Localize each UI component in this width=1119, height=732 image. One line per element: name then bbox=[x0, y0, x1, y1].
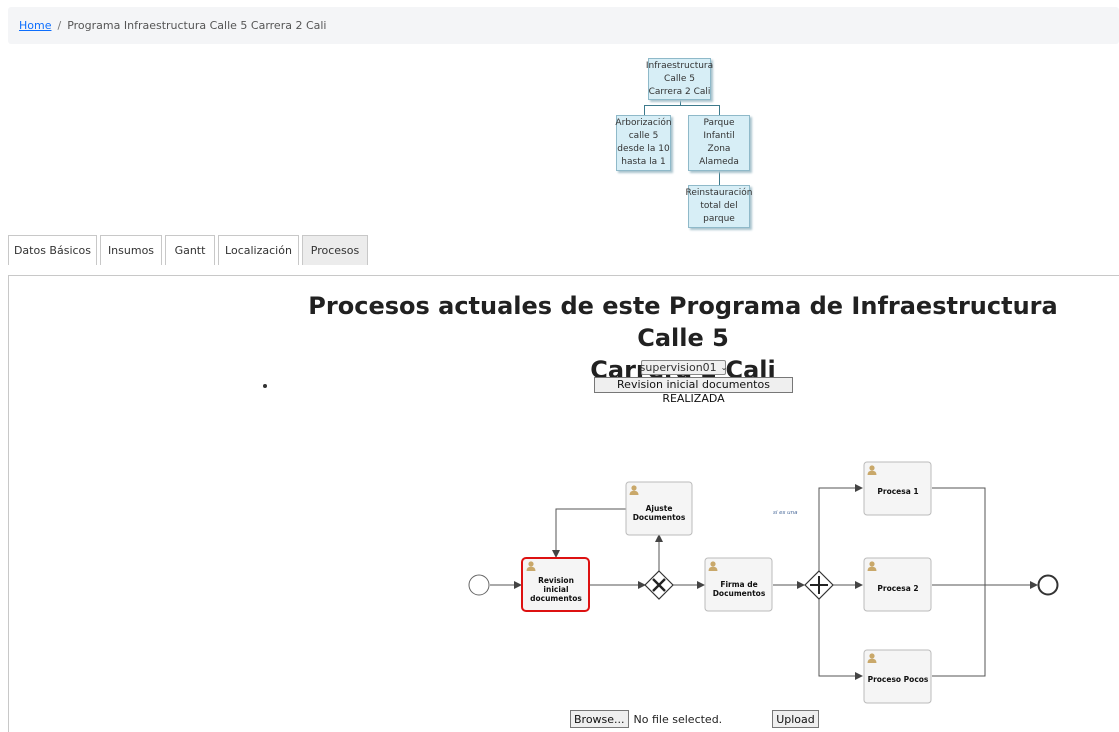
upload-button[interactable]: Upload bbox=[772, 710, 819, 728]
svg-text:Proceso Pocos: Proceso Pocos bbox=[868, 675, 929, 684]
exclusive-gateway bbox=[644, 570, 674, 600]
start-event bbox=[468, 574, 490, 596]
svg-text:inicial: inicial bbox=[543, 585, 568, 594]
task-revision-inicial[interactable]: Revision inicial documentos bbox=[521, 557, 590, 612]
task-firma-documentos[interactable]: Firma de Documentos bbox=[704, 557, 773, 612]
svg-text:Documentos: Documentos bbox=[713, 589, 766, 598]
task-procesa-1[interactable]: Procesa 1 bbox=[863, 461, 932, 516]
svg-text:Ajuste: Ajuste bbox=[646, 504, 673, 513]
task-procesa-2[interactable]: Procesa 2 bbox=[863, 557, 932, 612]
file-upload-row: Browse... No file selected. Upload bbox=[570, 710, 819, 728]
svg-text:Procesa 2: Procesa 2 bbox=[877, 584, 918, 593]
bpmn-diagram: Revision inicial documentos Ajuste Docum… bbox=[468, 461, 1059, 704]
svg-text:Procesa 1: Procesa 1 bbox=[877, 487, 918, 496]
svg-text:Firma de: Firma de bbox=[720, 580, 757, 589]
svg-text:documentos: documentos bbox=[530, 594, 582, 603]
browse-button[interactable]: Browse... bbox=[570, 710, 629, 728]
task-ajuste-documentos[interactable]: Ajuste Documentos bbox=[625, 481, 693, 536]
file-status: No file selected. bbox=[633, 712, 723, 726]
parallel-gateway bbox=[804, 570, 834, 600]
flow-condition-label: si es una bbox=[773, 510, 798, 516]
svg-text:Revision: Revision bbox=[538, 576, 574, 585]
end-event bbox=[1037, 574, 1059, 596]
svg-text:Documentos: Documentos bbox=[633, 513, 686, 522]
task-proceso-pocos[interactable]: Proceso Pocos bbox=[863, 649, 932, 704]
